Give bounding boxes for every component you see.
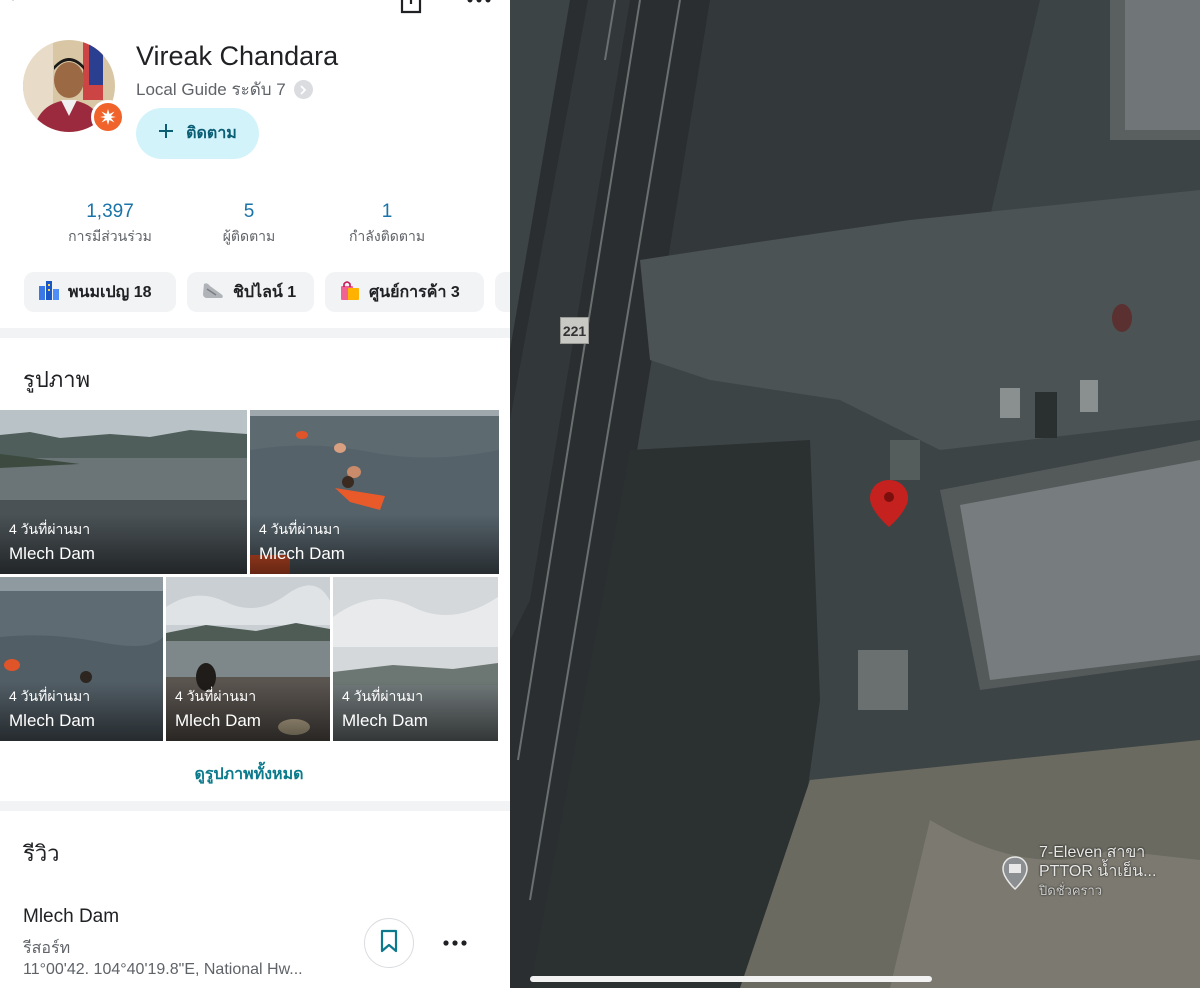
chip-slippers[interactable]: ชิปไลน์ 1 — [187, 272, 314, 312]
stat-followers[interactable]: 5 ผู้ติดตาม — [210, 200, 288, 248]
stat-label: การมีส่วนร่วม — [68, 228, 152, 244]
save-place-button[interactable] — [364, 918, 414, 968]
store-name-line-2: PTTOR น้ำเย็น... — [1039, 863, 1157, 880]
more-options-icon[interactable] — [466, 0, 492, 13]
more-options-icon — [440, 940, 470, 960]
photo-place: Mlech Dam — [9, 544, 95, 563]
store-pin-icon[interactable] — [1000, 855, 1030, 896]
store-status: ปิดชั่วคราว — [1039, 883, 1103, 898]
chip-label: พนมเปญ 18 — [68, 283, 152, 301]
photo-tile[interactable]: 4 วันที่ผ่านมา Mlech Dam — [166, 577, 330, 741]
photo-tile[interactable]: 4 วันที่ผ่านมา Mlech Dam — [0, 577, 163, 741]
stat-contributions[interactable]: 1,397 การมีส่วนร่วม — [60, 200, 160, 248]
photo-place: Mlech Dam — [342, 711, 428, 730]
photo-tile[interactable]: 4 วันที่ผ่านมา Mlech Dam — [0, 410, 247, 574]
photo-time: 4 วันที่ผ่านมา — [342, 688, 424, 704]
stat-value: 5 — [243, 201, 255, 222]
photo-tile[interactable]: 4 วันที่ผ่านมา Mlech Dam — [333, 577, 498, 741]
photo-time: 4 วันที่ผ่านมา — [259, 521, 341, 537]
share-icon[interactable] — [398, 0, 424, 19]
photo-tile[interactable]: 4 วันที่ผ่านมา Mlech Dam — [250, 410, 499, 574]
chip-label: ศูนย์การค้า 3 — [369, 283, 460, 301]
user-name: Vireak Chandara — [136, 41, 339, 71]
store-label[interactable]: 7-Eleven สาขา PTTOR น้ำเย็น... ปิดชั่วคร… — [1039, 843, 1156, 900]
plus-icon — [158, 123, 174, 144]
follow-button[interactable]: ติดตาม — [136, 108, 259, 159]
chip-label: ชิปไลน์ 1 — [233, 283, 297, 301]
shopping-bag-icon — [339, 279, 361, 306]
home-indicator[interactable] — [530, 976, 932, 982]
chip-phnom-penh[interactable]: พนมเปญ 18 — [24, 272, 176, 312]
review-more-options-button[interactable] — [440, 930, 470, 961]
review-place-name[interactable]: Mlech Dam — [23, 906, 119, 928]
view-all-photos-link[interactable]: ดูรูปภาพทั้งหมด — [0, 762, 498, 787]
back-arrow-icon[interactable] — [8, 0, 30, 17]
guide-level[interactable]: Local Guide ระดับ 7 — [136, 76, 313, 103]
photos-heading: รูปภาพ — [23, 367, 91, 392]
satellite-map[interactable]: 221 7-Eleven สาขา PTTOR น้ำเย็น... ปิดชั… — [510, 0, 1200, 988]
route-shield: 221 — [560, 317, 589, 344]
profile-panel: Vireak Chandara Local Guide ระดับ 7 ติดต… — [0, 0, 510, 988]
reviews-heading: รีวิว — [23, 841, 60, 866]
store-name-line-1: 7-Eleven สาขา — [1039, 844, 1146, 861]
review-place-type: รีสอร์ท — [23, 940, 71, 957]
photo-place: Mlech Dam — [259, 544, 345, 563]
chip-shopping-mall[interactable]: ศูนย์การค้า 3 — [325, 272, 484, 312]
photo-place: Mlech Dam — [9, 711, 95, 730]
guide-level-text: Local Guide ระดับ 7 — [136, 80, 286, 99]
stat-value: 1,397 — [86, 201, 134, 222]
city-icon — [38, 280, 60, 305]
chip-more[interactable] — [495, 272, 510, 312]
photo-time: 4 วันที่ผ่านมา — [175, 688, 257, 704]
shoe-icon — [201, 280, 225, 305]
photo-time: 4 วันที่ผ่านมา — [9, 521, 91, 537]
review-place-address: 11°00'42. 104°40'19.8"E, National Hw... — [23, 961, 303, 978]
section-divider — [0, 801, 510, 811]
follow-label: ติดตาม — [186, 125, 237, 142]
satellite-imagery — [510, 0, 1200, 988]
section-divider — [0, 328, 510, 338]
stat-value: 1 — [381, 201, 393, 222]
stat-label: กำลังติดตาม — [348, 228, 426, 244]
bookmark-icon — [379, 929, 399, 958]
photo-time: 4 วันที่ผ่านมา — [9, 688, 91, 704]
chevron-right-icon — [293, 80, 313, 99]
stat-label: ผู้ติดตาม — [222, 228, 276, 244]
stat-following[interactable]: 1 กำลังติดตาม — [340, 200, 434, 248]
local-guide-badge-icon — [91, 100, 125, 134]
photo-place: Mlech Dam — [175, 711, 261, 730]
